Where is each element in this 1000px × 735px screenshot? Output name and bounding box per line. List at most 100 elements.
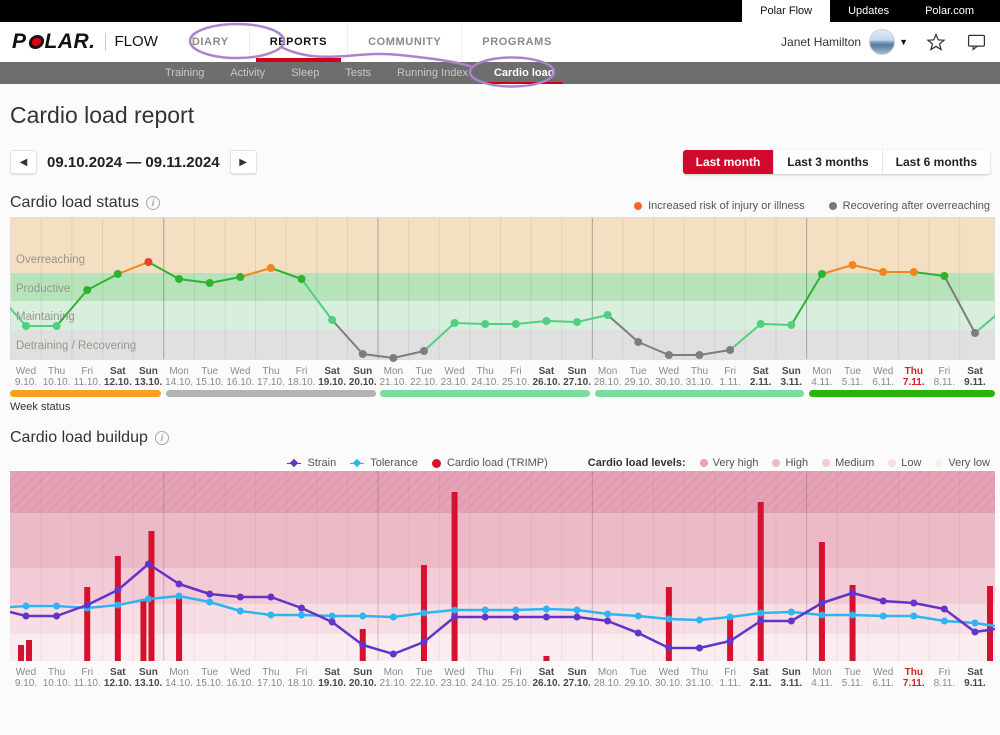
svg-text:Mon: Mon (384, 366, 403, 377)
legend-item: Recovering after overreaching (829, 200, 990, 212)
svg-text:Sat: Sat (110, 366, 126, 377)
toptab-updates[interactable]: Updates (830, 0, 907, 22)
info-icon[interactable]: i (146, 196, 160, 210)
level-item-very-low: Very low (935, 457, 990, 469)
svg-text:Fri: Fri (510, 366, 522, 377)
status-section-header: Cardio load statusi Increased risk of in… (10, 194, 990, 212)
svg-text:23.10.: 23.10. (441, 678, 469, 689)
svg-text:Sun: Sun (782, 366, 801, 377)
svg-text:Sat: Sat (967, 667, 983, 678)
svg-text:Thu: Thu (262, 366, 279, 377)
svg-text:26.10.: 26.10. (533, 377, 561, 388)
svg-text:Fri: Fri (296, 667, 308, 678)
svg-text:Sat: Sat (539, 667, 555, 678)
subnav-item-training[interactable]: Training (152, 62, 217, 84)
legend-label: Cardio load (TRIMP) (447, 457, 548, 469)
toptab-polar-com[interactable]: Polar.com (907, 0, 992, 22)
svg-text:16.10.: 16.10. (226, 377, 254, 388)
svg-text:13.10.: 13.10. (135, 377, 163, 388)
svg-text:Sat: Sat (753, 366, 769, 377)
user-name[interactable]: Janet Hamilton (781, 35, 861, 49)
status-zones (10, 217, 995, 360)
subnav-item-cardio-load[interactable]: Cardio load (481, 62, 568, 84)
user-area: Janet Hamilton ▼ (781, 22, 988, 62)
svg-text:2.11.: 2.11. (750, 678, 772, 689)
subnav-item-running-index[interactable]: Running Index (384, 62, 481, 84)
flow-label: FLOW (105, 33, 158, 51)
level-dot-icon (935, 459, 943, 467)
legend-item-cardio-load-trimp-: Cardio load (TRIMP) (432, 457, 548, 469)
svg-text:Sun: Sun (353, 366, 372, 377)
svg-text:11.10.: 11.10. (74, 678, 101, 689)
level-dot-icon (700, 459, 708, 467)
toptab-polar-flow[interactable]: Polar Flow (742, 0, 830, 22)
buildup-bands (10, 471, 995, 661)
feedback-button[interactable] (964, 30, 988, 54)
logo-text-p: P (12, 30, 27, 54)
date-navigation: ◀ 09.10.2024 — 09.11.2024 ▶ Last monthLa… (10, 150, 990, 174)
svg-text:Tue: Tue (844, 366, 861, 377)
svg-text:1.11.: 1.11. (719, 678, 741, 689)
prev-period-button[interactable]: ◀ (10, 150, 37, 174)
svg-text:Thu: Thu (477, 366, 494, 377)
svg-text:10.10.: 10.10. (43, 678, 71, 689)
svg-text:21.10.: 21.10. (379, 377, 407, 388)
svg-text:Fri: Fri (724, 667, 736, 678)
legend-label: Strain (307, 457, 336, 469)
top-black-bar: Polar FlowUpdatesPolar.com (0, 0, 1000, 22)
svg-text:Tue: Tue (630, 366, 647, 377)
svg-text:Thu: Thu (262, 667, 279, 678)
range-button-last-month[interactable]: Last month (683, 150, 774, 174)
favorites-button[interactable] (924, 30, 948, 54)
svg-text:6.11.: 6.11. (872, 377, 894, 388)
svg-text:Wed: Wed (444, 366, 464, 377)
subnav-item-sleep[interactable]: Sleep (278, 62, 332, 84)
nav-item-programs[interactable]: PROGRAMS (461, 22, 572, 62)
svg-text:17.10.: 17.10. (257, 678, 285, 689)
level-item-high: High (772, 457, 808, 469)
next-period-button[interactable]: ▶ (230, 150, 257, 174)
status-legend: Increased risk of injury or illnessRecov… (634, 200, 990, 212)
buildup-heading: Cardio load buildupi (10, 429, 169, 447)
main-nav-items: DIARYREPORTSCOMMUNITYPROGRAMS (172, 22, 572, 62)
svg-text:Sun: Sun (782, 667, 801, 678)
svg-text:Fri: Fri (296, 366, 308, 377)
svg-text:Sun: Sun (139, 366, 158, 377)
svg-text:Mon: Mon (812, 667, 831, 678)
subnav-item-tests[interactable]: Tests (332, 62, 384, 84)
buildup-chart-wrap: Wed9.10.Thu10.10.Fri11.10.Sat12.10.Sun13… (10, 471, 990, 689)
level-item-medium: Medium (822, 457, 874, 469)
nav-item-reports[interactable]: REPORTS (249, 22, 347, 62)
svg-text:Wed: Wed (16, 366, 36, 377)
report-page: Cardio load report ◀ 09.10.2024 — 09.11.… (0, 102, 1000, 689)
svg-text:14.10.: 14.10. (165, 678, 193, 689)
svg-text:Tue: Tue (201, 366, 218, 377)
svg-text:Wed: Wed (230, 667, 250, 678)
svg-text:9.10.: 9.10. (15, 377, 37, 388)
chevron-down-icon[interactable]: ▼ (899, 37, 908, 47)
svg-text:Thu: Thu (691, 667, 708, 678)
svg-text:31.10.: 31.10. (686, 377, 714, 388)
polar-logo[interactable]: PLAR. (12, 22, 96, 62)
legend-item-tolerance: Tolerance (350, 457, 418, 469)
nav-item-community[interactable]: COMMUNITY (347, 22, 461, 62)
svg-text:1.11.: 1.11. (719, 377, 741, 388)
svg-text:3.11.: 3.11. (780, 377, 802, 388)
svg-text:Wed: Wed (230, 366, 250, 377)
info-icon[interactable]: i (155, 431, 169, 445)
svg-text:Thu: Thu (691, 366, 708, 377)
main-nav: PLAR. FLOW DIARYREPORTSCOMMUNITYPROGRAMS… (0, 22, 1000, 62)
subnav-item-activity[interactable]: Activity (217, 62, 278, 84)
nav-item-diary[interactable]: DIARY (172, 22, 249, 62)
cardio-load-buildup-chart: Wed9.10.Thu10.10.Fri11.10.Sat12.10.Sun13… (10, 471, 995, 689)
avatar[interactable] (869, 29, 895, 55)
svg-text:Maintaining: Maintaining (16, 311, 75, 323)
svg-text:15.10.: 15.10. (196, 377, 224, 388)
range-button-last-3-months[interactable]: Last 3 months (773, 150, 881, 174)
legend-circle-icon (432, 459, 441, 468)
range-button-last-6-months[interactable]: Last 6 months (882, 150, 990, 174)
svg-text:21.10.: 21.10. (379, 678, 407, 689)
legend-dot-icon (829, 202, 837, 210)
status-heading: Cardio load statusi (10, 194, 160, 212)
svg-text:Sun: Sun (568, 366, 587, 377)
